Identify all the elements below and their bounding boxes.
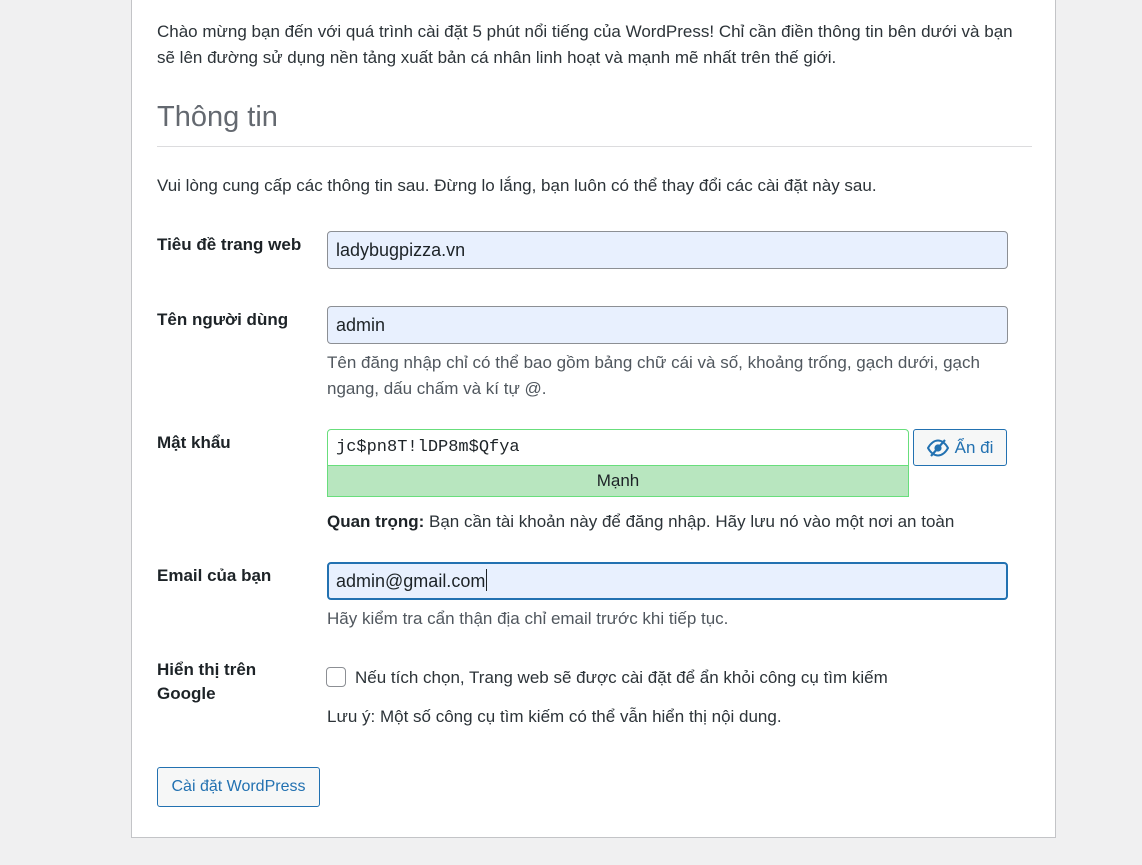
- email-label: Email của bạn: [157, 566, 272, 585]
- site-title-input[interactable]: ladybugpizza.vn: [327, 231, 1008, 269]
- section-subtitle: Vui lòng cung cấp các thông tin sau. Đừn…: [157, 176, 877, 195]
- email-input[interactable]: admin@gmail.com: [327, 562, 1008, 600]
- email-value: admin@gmail.com: [336, 571, 486, 591]
- discourage-search-label[interactable]: Nếu tích chọn, Trang web sẽ được cài đặt…: [355, 665, 888, 691]
- username-label: Tên người dùng: [157, 310, 289, 329]
- hide-password-button[interactable]: Ẩn đi: [913, 429, 1007, 466]
- eye-slash-icon: [926, 438, 949, 457]
- text-caret: [486, 569, 488, 591]
- username-input[interactable]: admin: [327, 306, 1008, 344]
- password-important-note: Quan trọng: Bạn cần tài khoản này để đăn…: [327, 509, 1007, 535]
- password-input[interactable]: jc$pn8T!lDP8m$Qfya: [327, 429, 909, 466]
- intro-text: Chào mừng bạn đến với quá trình cài đặt …: [157, 22, 1013, 67]
- hide-password-label: Ẩn đi: [954, 437, 994, 457]
- username-hint: Tên đăng nhập chỉ có thể bao gồm bảng ch…: [327, 353, 980, 398]
- section-title: Thông tin: [157, 101, 278, 133]
- important-label: Quan trọng:: [327, 512, 425, 531]
- visibility-note: Lưu ý: Một số công cụ tìm kiếm có thể vẫ…: [327, 707, 782, 726]
- site-title-label: Tiêu đề trang web: [157, 235, 302, 254]
- visibility-label: Hiển thị trên Google: [157, 660, 257, 703]
- password-label: Mật khẩu: [157, 433, 231, 452]
- password-strength-meter: Mạnh: [327, 466, 909, 497]
- install-wordpress-button[interactable]: Cài đặt WordPress: [157, 767, 320, 807]
- discourage-search-checkbox[interactable]: [326, 667, 346, 687]
- section-divider: [157, 146, 1032, 147]
- email-hint: Hãy kiểm tra cẩn thận địa chỉ email trướ…: [327, 609, 729, 628]
- important-text: Bạn cần tài khoản này để đăng nhập. Hãy …: [424, 512, 955, 531]
